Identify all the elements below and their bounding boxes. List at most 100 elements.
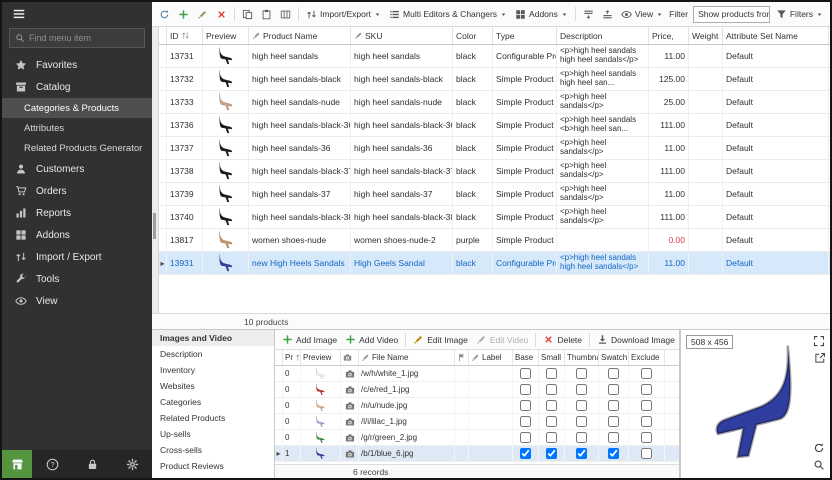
product-row-13733[interactable]: 13733high heel sandals-nudehigh heel san… xyxy=(159,91,830,114)
base-checkbox[interactable] xyxy=(520,448,531,459)
edit-video-button[interactable]: Edit Video xyxy=(473,333,532,346)
column-header-price[interactable]: Price, xyxy=(649,27,689,44)
sidebar-item-customers[interactable]: Customers xyxy=(2,158,152,180)
base-checkbox[interactable] xyxy=(520,400,531,411)
product-row-13738[interactable]: 13738high heel sandals-black-37high heel… xyxy=(159,160,830,183)
product-row-13739[interactable]: 13739high heel sandals-37high heel sanda… xyxy=(159,183,830,206)
menu-search-input[interactable] xyxy=(29,33,139,43)
column-header-exclude[interactable]: Exclude xyxy=(629,350,665,365)
small-checkbox[interactable] xyxy=(546,432,557,443)
lock-icon[interactable] xyxy=(72,458,112,471)
image-row-1[interactable]: 0/w/h/white_1.jpg xyxy=(275,366,679,382)
column-header-attribute-set-name[interactable]: Attribute Set Name xyxy=(723,27,829,44)
image-row-2[interactable]: 0/c/e/red_1.jpg xyxy=(275,382,679,398)
refresh-button[interactable] xyxy=(156,7,173,22)
copy-button[interactable] xyxy=(239,7,256,22)
thumbnail-checkbox[interactable] xyxy=(576,448,587,459)
open-external-icon[interactable] xyxy=(814,352,826,364)
column-header-description[interactable]: Description xyxy=(557,27,649,44)
column-header-small[interactable]: Small xyxy=(539,350,565,365)
sidebar-item-addons[interactable]: Addons xyxy=(2,224,152,246)
tab-related-products[interactable]: Related Products xyxy=(152,410,274,426)
small-checkbox[interactable] xyxy=(546,368,557,379)
tab-categories[interactable]: Categories xyxy=(152,394,274,410)
column-header-thumbna[interactable]: Thumbna xyxy=(565,350,599,365)
swatch-checkbox[interactable] xyxy=(608,384,619,395)
exclude-checkbox[interactable] xyxy=(641,448,652,459)
column-header-pr[interactable]: Pr xyxy=(283,350,301,365)
column-header-label[interactable]: Label xyxy=(469,350,513,365)
view-menu-button[interactable]: View xyxy=(618,7,666,22)
add-product-button[interactable] xyxy=(175,7,192,22)
delete-image-button[interactable]: Delete xyxy=(540,333,585,346)
small-checkbox[interactable] xyxy=(546,416,557,427)
exclude-checkbox[interactable] xyxy=(641,400,652,411)
product-row-13736[interactable]: 13736high heel sandals-black-36high heel… xyxy=(159,114,830,137)
base-checkbox[interactable] xyxy=(520,368,531,379)
column-header-camera-icon[interactable] xyxy=(341,350,359,365)
thumbnail-checkbox[interactable] xyxy=(576,416,587,427)
column-header-base[interactable]: Base xyxy=(513,350,539,365)
add-image-button[interactable]: Add Image xyxy=(279,333,340,346)
sidebar-subitem-related-products-generator[interactable]: Related Products Generator xyxy=(2,138,152,158)
product-row-13740[interactable]: 13740high heel sandals-black-38high heel… xyxy=(159,206,830,229)
column-header-product-name[interactable]: Product Name xyxy=(249,27,351,44)
column-header-file-name[interactable]: File Name xyxy=(359,350,455,365)
thumbnail-checkbox[interactable] xyxy=(576,368,587,379)
column-header-swatch[interactable]: Swatch xyxy=(599,350,629,365)
base-checkbox[interactable] xyxy=(520,384,531,395)
edit-image-button[interactable]: Edit Image xyxy=(410,333,471,346)
image-row-3[interactable]: 0/n/u/nude.jpg xyxy=(275,398,679,414)
small-checkbox[interactable] xyxy=(546,400,557,411)
fullscreen-icon[interactable] xyxy=(813,335,825,347)
swatch-checkbox[interactable] xyxy=(608,368,619,379)
base-checkbox[interactable] xyxy=(520,432,531,443)
swatch-checkbox[interactable] xyxy=(608,448,619,459)
menu-search[interactable] xyxy=(9,28,145,48)
swatch-checkbox[interactable] xyxy=(608,432,619,443)
product-row-13731[interactable]: 13731high heel sandalshigh heel sandalsb… xyxy=(159,45,830,68)
panel-splitter[interactable] xyxy=(152,27,159,313)
column-chooser-button[interactable] xyxy=(277,7,294,22)
sidebar-item-catalog[interactable]: Catalog xyxy=(2,76,152,98)
tab-cross-sells[interactable]: Cross-sells xyxy=(152,442,274,458)
exclude-checkbox[interactable] xyxy=(641,432,652,443)
product-row-13817[interactable]: 13817women shoes-nudewomen shoes-nude-2p… xyxy=(159,229,830,252)
collapse-all-button[interactable] xyxy=(599,7,616,22)
small-checkbox[interactable] xyxy=(546,384,557,395)
small-checkbox[interactable] xyxy=(546,448,557,459)
sidebar-item-tools[interactable]: Tools xyxy=(2,268,152,290)
download-image-button[interactable]: Download Image xyxy=(594,333,678,346)
exclude-checkbox[interactable] xyxy=(641,416,652,427)
column-header-preview[interactable]: Preview xyxy=(301,350,341,365)
filters-menu-button[interactable]: Filters xyxy=(773,7,826,22)
menu-icon[interactable] xyxy=(12,7,26,21)
swatch-checkbox[interactable] xyxy=(608,416,619,427)
product-row-13732[interactable]: 13732high heel sandals-blackhigh heel sa… xyxy=(159,68,830,91)
image-row-5[interactable]: 0/g/r/green_2.jpg xyxy=(275,430,679,446)
sidebar-subitem-attributes[interactable]: Attributes xyxy=(2,118,152,138)
column-header-preview[interactable]: Preview xyxy=(203,27,249,44)
multi-editors-menu-button[interactable]: Multi Editors & Changers xyxy=(386,7,510,22)
import-export-menu-button[interactable]: Import/Export xyxy=(303,7,384,22)
store-icon[interactable] xyxy=(2,450,32,478)
column-header-type[interactable]: Type xyxy=(493,27,557,44)
thumbnail-checkbox[interactable] xyxy=(576,432,587,443)
help-icon[interactable]: ? xyxy=(32,458,72,471)
column-header-flag-icon[interactable] xyxy=(455,350,469,365)
sidebar-subitem-categories-products[interactable]: Categories & Products xyxy=(2,98,152,118)
base-checkbox[interactable] xyxy=(520,416,531,427)
sidebar-item-import-export[interactable]: Import / Export xyxy=(2,246,152,268)
sidebar-item-favorites[interactable]: Favorites xyxy=(2,54,152,76)
splitter-handle[interactable] xyxy=(153,213,156,239)
image-row-4[interactable]: 0/l/i/lilac_1.jpg xyxy=(275,414,679,430)
addons-menu-button[interactable]: Addons xyxy=(512,7,571,22)
sidebar-item-view[interactable]: View xyxy=(2,290,152,312)
sidebar-item-orders[interactable]: Orders xyxy=(2,180,152,202)
zoom-icon[interactable] xyxy=(813,459,825,471)
swatch-checkbox[interactable] xyxy=(608,400,619,411)
gear-icon[interactable] xyxy=(112,458,152,471)
product-row-13931[interactable]: ▸13931new High Heels SandalsHigh Geels S… xyxy=(159,252,830,275)
refresh-preview-icon[interactable] xyxy=(813,442,825,454)
tab-images-and-video[interactable]: Images and Video xyxy=(152,330,274,346)
